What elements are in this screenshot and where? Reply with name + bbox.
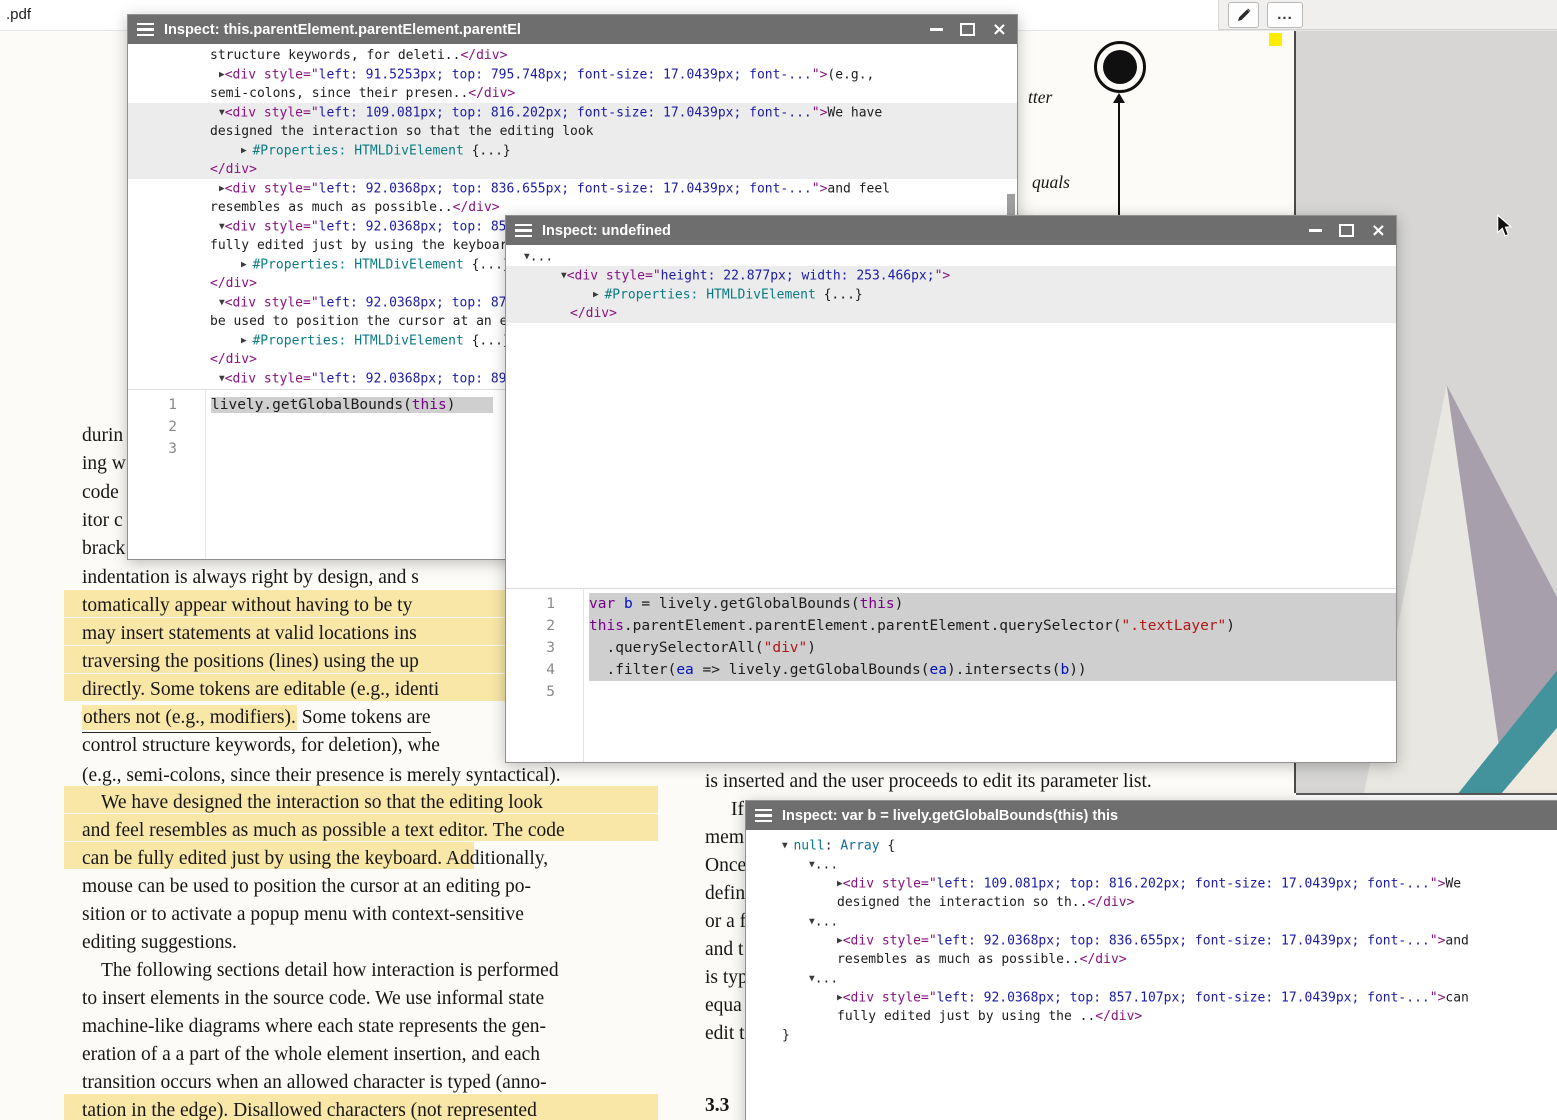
document-title: .pdf bbox=[6, 6, 31, 23]
tree-row[interactable]: ▼<div style="left: 109.081px; top: 816.2… bbox=[128, 103, 1017, 122]
code-line[interactable]: .filter(ea => lively.getGlobalBounds(ea)… bbox=[589, 659, 1396, 681]
tree-row[interactable]: structure keywords, for deleti..</div> bbox=[128, 46, 1017, 65]
tree-row[interactable]: ▼ null: Array { bbox=[746, 836, 1557, 855]
inspector-window-2: Inspect: undefined × ▼...▼<div style="he… bbox=[505, 215, 1397, 763]
maximize-button[interactable] bbox=[1339, 224, 1354, 237]
code-line[interactable]: .querySelectorAll("div") bbox=[589, 637, 1396, 659]
object-tree: ▼ null: Array {▼...▶<div style="left: 10… bbox=[746, 830, 1557, 1120]
window-titlebar[interactable]: Inspect: this.parentElement.parentElemen… bbox=[128, 15, 1017, 44]
line-number: 1 bbox=[128, 394, 177, 416]
tree-row[interactable]: designed the interaction so th..</div> bbox=[746, 893, 1557, 912]
tree-row[interactable]: ▶<div style="left: 92.0368px; top: 836.6… bbox=[746, 931, 1557, 950]
tree-row[interactable]: ▼<div style="height: 22.877px; width: 25… bbox=[506, 266, 1396, 285]
window-titlebar[interactable]: Inspect: undefined × bbox=[506, 216, 1396, 245]
tree-row[interactable]: ▶<div style="left: 92.0368px; top: 857.1… bbox=[746, 988, 1557, 1007]
tree-row[interactable]: ▼... bbox=[746, 969, 1557, 988]
tree-row[interactable]: ▶<div style="left: 92.0368px; top: 836.6… bbox=[128, 179, 1017, 198]
yellow-marker bbox=[1269, 33, 1282, 46]
code-line[interactable] bbox=[589, 681, 1396, 703]
tree-row[interactable]: resembles as much as possible..</div> bbox=[746, 950, 1557, 969]
line-number: 2 bbox=[506, 615, 555, 637]
tree-row[interactable]: ▶<div style="left: 109.081px; top: 816.2… bbox=[746, 874, 1557, 893]
window-title: Inspect: undefined bbox=[542, 223, 671, 239]
pencil-icon bbox=[1236, 7, 1252, 23]
tree-row[interactable]: ▶ #Properties: HTMLDivElement {...} bbox=[128, 141, 1017, 160]
line-number: 1 bbox=[506, 593, 555, 615]
tree-row[interactable]: designed the interaction so that the edi… bbox=[128, 122, 1017, 141]
line-number-gutter: 123 bbox=[128, 390, 206, 559]
close-button[interactable]: × bbox=[992, 21, 1007, 39]
tree-row[interactable]: ▶ #Properties: HTMLDivElement {...} bbox=[506, 285, 1396, 304]
line-number: 3 bbox=[128, 438, 177, 460]
tree-row[interactable]: fully edited just by using the ..</div> bbox=[746, 1007, 1557, 1026]
maximize-button[interactable] bbox=[960, 23, 975, 36]
menu-icon[interactable] bbox=[137, 23, 154, 37]
line-number-gutter: 12345 bbox=[506, 589, 584, 762]
minimize-button[interactable] bbox=[930, 28, 943, 31]
code-editor[interactable]: 12345 var b = lively.getGlobalBounds(thi… bbox=[506, 588, 1396, 762]
minimize-button[interactable] bbox=[1309, 229, 1322, 232]
more-options-button[interactable]: ... bbox=[1267, 2, 1303, 28]
tree-row[interactable]: ▼... bbox=[746, 855, 1557, 874]
close-button[interactable]: × bbox=[1371, 222, 1386, 240]
code-area[interactable]: var b = lively.getGlobalBounds(this)this… bbox=[584, 589, 1396, 762]
code-line[interactable]: var b = lively.getGlobalBounds(this) bbox=[589, 593, 1396, 615]
inspector-window-3: Inspect: var b = lively.getGlobalBounds(… bbox=[745, 800, 1557, 1120]
screen: durining wcodeitor cbrackindentation is … bbox=[0, 0, 1557, 1120]
tree-row[interactable]: ▼... bbox=[746, 912, 1557, 931]
window-title: Inspect: this.parentElement.parentElemen… bbox=[164, 22, 521, 38]
line-number: 2 bbox=[128, 416, 177, 438]
edit-button[interactable] bbox=[1228, 2, 1259, 28]
menu-icon[interactable] bbox=[515, 224, 532, 238]
tree-row[interactable]: ▼... bbox=[506, 247, 1396, 266]
code-line[interactable]: this.parentElement.parentElement.parentE… bbox=[589, 615, 1396, 637]
line-number: 3 bbox=[506, 637, 555, 659]
tree-row[interactable]: </div> bbox=[506, 304, 1396, 323]
window-title: Inspect: var b = lively.getGlobalBounds(… bbox=[782, 808, 1118, 824]
tree-row[interactable]: ▶<div style="left: 91.5253px; top: 795.7… bbox=[128, 65, 1017, 84]
window-titlebar[interactable]: Inspect: var b = lively.getGlobalBounds(… bbox=[746, 801, 1557, 830]
tree-row[interactable]: </div> bbox=[128, 160, 1017, 179]
tree-row[interactable]: semi-colons, since their presen..</div> bbox=[128, 84, 1017, 103]
tree-row[interactable]: } bbox=[746, 1026, 1557, 1045]
line-number: 4 bbox=[506, 659, 555, 681]
dom-tree: ▼...▼<div style="height: 22.877px; width… bbox=[506, 245, 1396, 588]
menu-icon[interactable] bbox=[755, 809, 772, 823]
toolbar: ... bbox=[1218, 0, 1557, 30]
ellipsis-icon: ... bbox=[1277, 5, 1293, 25]
line-number: 5 bbox=[506, 681, 555, 703]
